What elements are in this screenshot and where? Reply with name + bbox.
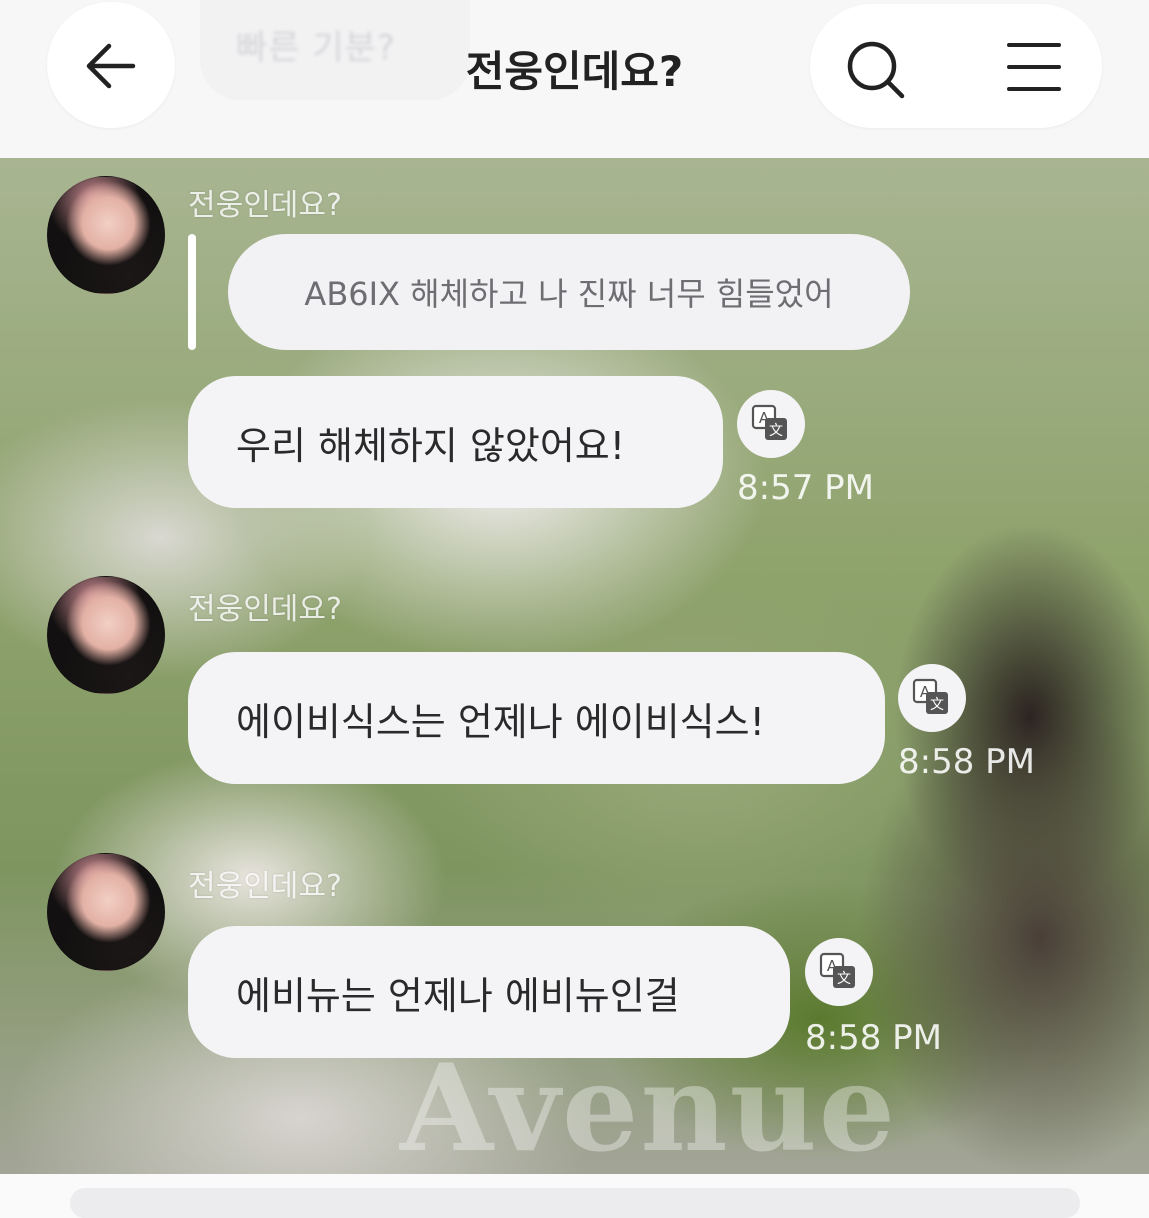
sender-name: 전웅인데요? bbox=[188, 592, 342, 627]
sender-name: 전웅인데요? bbox=[188, 869, 342, 904]
chat-header: 빠른 기분? 전웅인데요? bbox=[0, 0, 1149, 158]
translate-button[interactable]: A 文 bbox=[805, 938, 873, 1006]
message-bubble[interactable]: 우리 해체하지 않았어요! bbox=[188, 376, 723, 508]
message-bubble[interactable]: 에이비식스는 언제나 에이비식스! bbox=[188, 652, 885, 784]
svg-text:文: 文 bbox=[837, 971, 851, 987]
sender-name: 전웅인데요? bbox=[188, 188, 342, 223]
search-button[interactable] bbox=[844, 38, 908, 102]
composer-area bbox=[0, 1174, 1149, 1218]
message-time: 8:58 PM bbox=[898, 742, 1035, 782]
message-time: 8:58 PM bbox=[805, 1018, 942, 1058]
avatar[interactable] bbox=[47, 853, 165, 971]
message-input[interactable] bbox=[70, 1188, 1080, 1218]
translate-button[interactable]: A 文 bbox=[898, 664, 966, 732]
translate-icon: A 文 bbox=[819, 952, 855, 988]
svg-text:文: 文 bbox=[769, 423, 783, 439]
chat-area[interactable]: Avenue 전웅인데요? AB6IX 해체하고 나 진짜 너무 힘들었어 우리… bbox=[0, 158, 1149, 1174]
translate-button[interactable]: A 文 bbox=[737, 390, 805, 458]
menu-button[interactable] bbox=[1006, 40, 1062, 94]
header-actions bbox=[810, 4, 1102, 128]
search-icon bbox=[847, 41, 905, 99]
message-time: 8:57 PM bbox=[737, 468, 874, 508]
translate-icon: A 文 bbox=[751, 404, 787, 440]
reply-indicator bbox=[188, 234, 196, 350]
message-bubble[interactable]: 에비뉴는 언제나 에비뉴인걸 bbox=[188, 926, 790, 1058]
avatar[interactable] bbox=[47, 176, 165, 294]
svg-text:文: 文 bbox=[930, 697, 944, 713]
avatar[interactable] bbox=[47, 576, 165, 694]
background-watermark: Avenue bbox=[400, 1038, 898, 1174]
translate-icon: A 文 bbox=[912, 678, 948, 714]
hamburger-menu-icon bbox=[1007, 43, 1061, 91]
reply-quote[interactable]: AB6IX 해체하고 나 진짜 너무 힘들었어 bbox=[228, 234, 910, 350]
